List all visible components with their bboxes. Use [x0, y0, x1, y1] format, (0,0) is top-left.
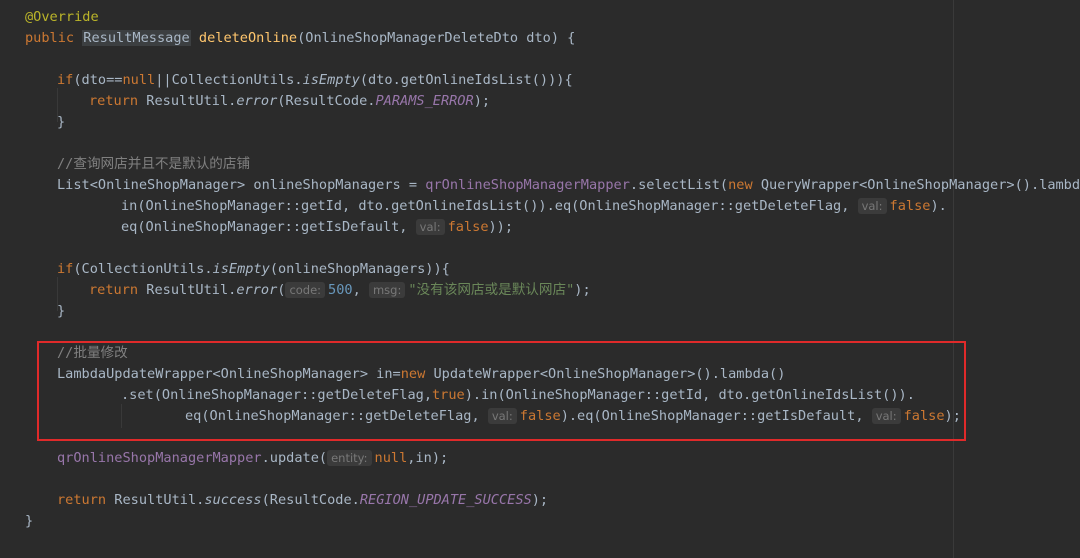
- code-text: );: [531, 492, 549, 508]
- code-line: return ResultUtil.error(ResultCode.PARAM…: [89, 91, 490, 112]
- code-line: eq(OnlineShopManager::getIsDefault, val:…: [121, 217, 513, 238]
- code-text: in(OnlineShopManager::getId, dto.getOnli…: [121, 198, 858, 214]
- code-line: @Override: [25, 7, 99, 28]
- code-line: List<OnlineShopManager> onlineShopManage…: [57, 175, 1080, 196]
- code-text: ResultUtil.: [138, 93, 237, 109]
- code-text: ).: [930, 198, 947, 214]
- code-text: (: [277, 282, 286, 298]
- parameter-hint: entity:: [327, 450, 372, 466]
- static-method-token: error: [236, 282, 278, 298]
- code-editor[interactable]: @Override public ResultMessage deleteOnl…: [0, 0, 1080, 558]
- code-text: (dto==: [73, 72, 123, 88]
- method-name-token: deleteOnline: [198, 30, 298, 46]
- keyword-token: if: [57, 72, 74, 88]
- keyword-token: return: [57, 492, 107, 508]
- comment-token: //查询网店并且不是默认的店铺: [57, 156, 251, 172]
- code-text: (ResultCode.: [277, 93, 376, 109]
- code-text: QueryWrapper<OnlineShopManager>().lambda…: [752, 177, 1080, 193]
- parameter-hint: val:: [857, 198, 887, 214]
- code-line: in(OnlineShopManager::getId, dto.getOnli…: [121, 196, 947, 217]
- keyword-token: false: [447, 219, 489, 235]
- code-text: );: [574, 282, 591, 298]
- code-line: //查询网店并且不是默认的店铺: [57, 154, 250, 175]
- parameter-hint: val:: [415, 219, 445, 235]
- right-margin-guide: [953, 0, 954, 558]
- highlighted-type-token: ResultMessage: [82, 30, 191, 46]
- annotation-token: @Override: [25, 9, 99, 25]
- parameter-hint: msg:: [368, 282, 406, 298]
- code-text: );: [473, 93, 491, 109]
- parameter-hint: code:: [285, 282, 326, 298]
- code-text: eq(OnlineShopManager::getIsDefault,: [121, 219, 416, 235]
- code-text: ));: [488, 219, 514, 235]
- code-text: }: [25, 513, 34, 529]
- constant-token: PARAMS_ERROR: [375, 93, 474, 109]
- code-text: .selectList(: [629, 177, 729, 193]
- keyword-token: null: [374, 450, 408, 466]
- code-text: (OnlineShopManagerDeleteDto dto) {: [297, 30, 576, 46]
- static-method-token: success: [204, 492, 262, 508]
- code-line: return ResultUtil.error(code: 500, msg: "没…: [89, 280, 591, 301]
- code-line: qrOnlineShopManagerMapper.update(entity:…: [57, 448, 448, 469]
- field-token: qrOnlineShopManagerMapper: [57, 450, 262, 466]
- constant-token: REGION_UPDATE_SUCCESS: [359, 492, 532, 508]
- code-text: (dto.getOnlineIdsList())){: [359, 72, 573, 88]
- keyword-token: false: [889, 198, 931, 214]
- string-token: "没有该网店或是默认网店": [408, 282, 575, 298]
- code-text: (onlineShopManagers)){: [269, 261, 450, 277]
- code-text: List<OnlineShopManager> onlineShopManage…: [57, 177, 426, 193]
- keyword-token: null: [122, 72, 156, 88]
- keyword-token: if: [57, 261, 74, 277]
- code-text: ResultUtil.: [138, 282, 237, 298]
- static-method-token: isEmpty: [302, 72, 360, 88]
- code-text: ||CollectionUtils.: [155, 72, 303, 88]
- code-line: public ResultMessage deleteOnline(Online…: [25, 28, 575, 49]
- code-text: .update(: [261, 450, 328, 466]
- code-line: }: [57, 112, 65, 133]
- code-text: }: [57, 303, 66, 319]
- keyword-token: return: [89, 93, 139, 109]
- highlight-box: [37, 341, 966, 441]
- static-method-token: isEmpty: [212, 261, 270, 277]
- code-text: ResultUtil.: [106, 492, 205, 508]
- code-text: ,in);: [407, 450, 449, 466]
- code-text: }: [57, 114, 66, 130]
- code-text: (CollectionUtils.: [73, 261, 213, 277]
- code-line: }: [57, 301, 65, 322]
- keyword-token: public: [25, 30, 75, 46]
- keyword-token: new: [728, 177, 753, 193]
- keyword-token: return: [89, 282, 139, 298]
- code-line: if(dto==null||CollectionUtils.isEmpty(dt…: [57, 70, 573, 91]
- static-method-token: error: [236, 93, 278, 109]
- code-line: }: [25, 511, 33, 532]
- code-text: ,: [352, 282, 369, 298]
- number-token: 500: [328, 282, 353, 298]
- code-line: return ResultUtil.success(ResultCode.REG…: [57, 490, 548, 511]
- code-line: if(CollectionUtils.isEmpty(onlineShopMan…: [57, 259, 450, 280]
- field-token: qrOnlineShopManagerMapper: [425, 177, 630, 193]
- code-text: (ResultCode.: [261, 492, 360, 508]
